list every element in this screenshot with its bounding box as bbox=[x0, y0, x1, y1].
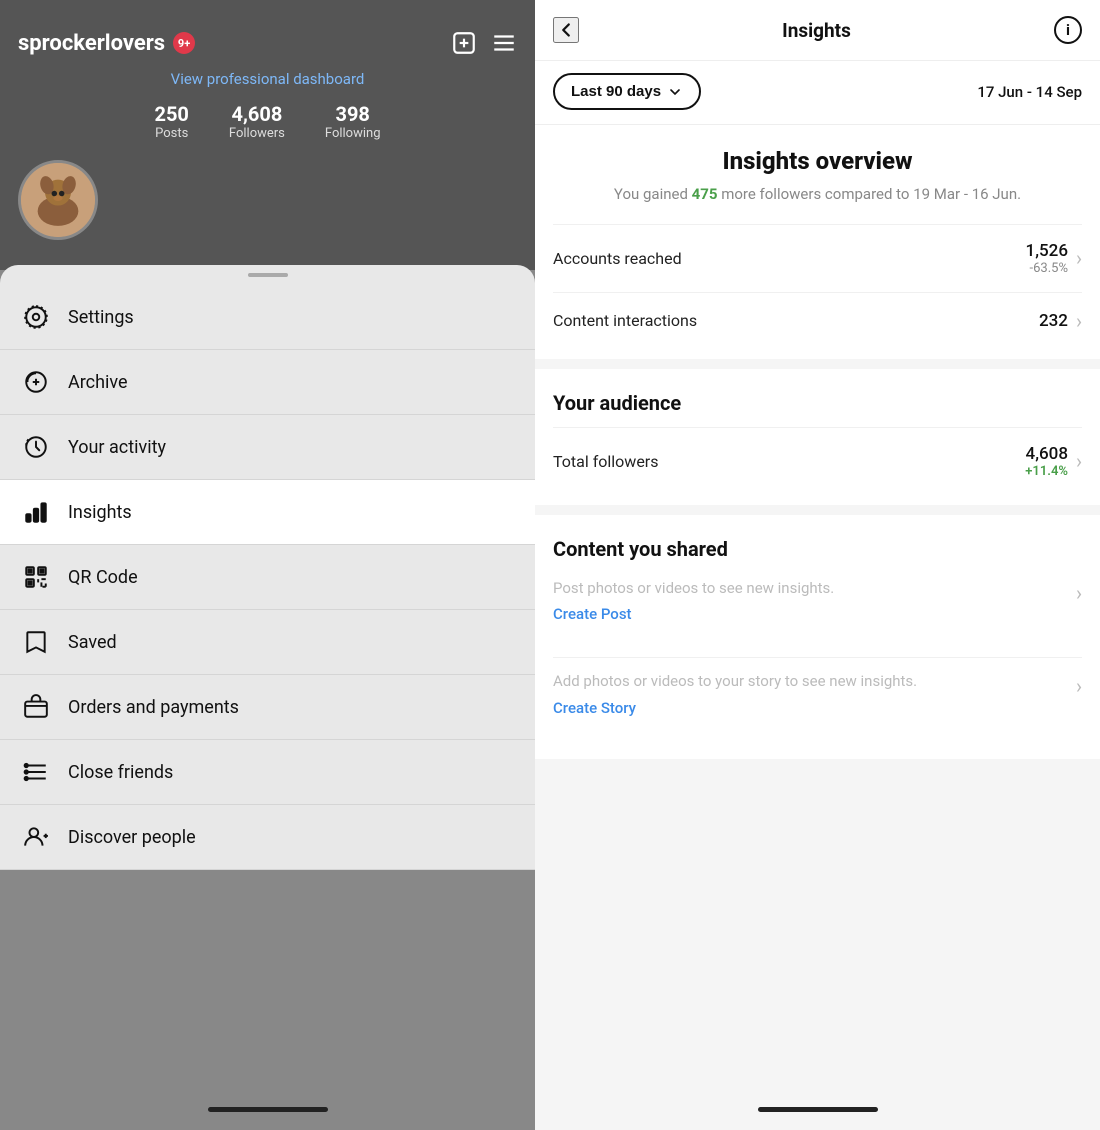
following-label: Following bbox=[325, 126, 381, 141]
gained-followers-count: 475 bbox=[692, 185, 718, 203]
discover-icon bbox=[22, 823, 50, 851]
date-filter-label: Last 90 days bbox=[571, 83, 661, 100]
sidebar-item-close-friends[interactable]: Close friends bbox=[0, 740, 535, 805]
posts-stat: 250 Posts bbox=[154, 102, 188, 141]
qr-code-label: QR Code bbox=[68, 567, 138, 588]
drawer-handle bbox=[248, 273, 288, 277]
sidebar-item-settings[interactable]: Settings bbox=[0, 285, 535, 350]
orders-icon bbox=[22, 693, 50, 721]
accounts-reached-value: 1,526 -63.5% › bbox=[1026, 241, 1082, 276]
info-button[interactable]: i bbox=[1054, 16, 1082, 44]
notification-badge: 9+ bbox=[173, 32, 195, 54]
left-panel: sprockerlovers 9+ bbox=[0, 0, 535, 1130]
settings-label: Settings bbox=[68, 307, 134, 328]
posts-label: Posts bbox=[155, 126, 188, 141]
accounts-reached-label: Accounts reached bbox=[553, 249, 682, 268]
content-interactions-number: 232 bbox=[1039, 311, 1068, 331]
chevron-right-icon-2: › bbox=[1076, 309, 1082, 333]
your-audience-card: Your audience Total followers 4,608 +11.… bbox=[535, 369, 1100, 505]
date-filter-row: Last 90 days 17 Jun - 14 Sep bbox=[535, 61, 1100, 125]
sidebar-item-archive[interactable]: Archive bbox=[0, 350, 535, 415]
posts-count: 250 bbox=[154, 102, 188, 126]
archive-label: Archive bbox=[68, 372, 128, 393]
username-row: sprockerlovers 9+ bbox=[18, 31, 195, 56]
right-footer bbox=[535, 1097, 1100, 1130]
insights-overview-card: Insights overview You gained 475 more fo… bbox=[535, 125, 1100, 359]
total-followers-number: 4,608 +11.4% bbox=[1025, 444, 1068, 479]
followers-gained-text: You gained 475 more followers compared t… bbox=[553, 183, 1082, 206]
date-filter-button[interactable]: Last 90 days bbox=[553, 73, 701, 110]
chevron-right-icon-3: › bbox=[1076, 449, 1082, 473]
post-hint-text: Post photos or videos to see new insight… bbox=[553, 577, 1076, 600]
sidebar-item-saved[interactable]: Saved bbox=[0, 610, 535, 675]
activity-icon bbox=[22, 433, 50, 461]
followers-change: +11.4% bbox=[1025, 464, 1068, 479]
your-activity-label: Your activity bbox=[68, 437, 166, 458]
audience-title: Your audience bbox=[553, 391, 1082, 415]
qr-icon bbox=[22, 563, 50, 591]
orders-label: Orders and payments bbox=[68, 697, 239, 718]
top-bar: sprockerlovers 9+ bbox=[0, 20, 535, 66]
menu-icon[interactable] bbox=[491, 30, 517, 56]
home-indicator-left bbox=[208, 1107, 328, 1112]
total-followers-value: 4,608 +11.4% › bbox=[1025, 444, 1082, 479]
settings-icon bbox=[22, 303, 50, 331]
sidebar-item-discover[interactable]: Discover people bbox=[0, 805, 535, 870]
insights-label: Insights bbox=[68, 502, 132, 523]
followers-count: 4,608 bbox=[231, 102, 282, 126]
story-hint-row[interactable]: Add photos or videos to your story to se… bbox=[553, 657, 1082, 751]
create-post-link[interactable]: Create Post bbox=[553, 605, 1076, 623]
saved-icon bbox=[22, 628, 50, 656]
add-post-icon[interactable] bbox=[451, 30, 477, 56]
discover-label: Discover people bbox=[68, 827, 196, 848]
chevron-right-icon: › bbox=[1076, 246, 1082, 270]
archive-icon bbox=[22, 368, 50, 396]
story-hint-block: Add photos or videos to your story to se… bbox=[553, 670, 1076, 735]
followers-label: Followers bbox=[229, 126, 285, 141]
total-followers-label: Total followers bbox=[553, 452, 658, 471]
following-stat: 398 Following bbox=[325, 102, 381, 141]
dashboard-link[interactable]: View professional dashboard bbox=[171, 70, 365, 88]
username: sprockerlovers bbox=[18, 31, 165, 56]
post-hint-block: Post photos or videos to see new insight… bbox=[553, 577, 1076, 642]
story-hint-text: Add photos or videos to your story to se… bbox=[553, 670, 1076, 693]
followers-stat: 4,608 Followers bbox=[229, 102, 285, 141]
date-range: 17 Jun - 14 Sep bbox=[977, 83, 1082, 101]
compare-period: 19 Mar - 16 Jun bbox=[913, 185, 1017, 203]
content-interactions-value: 232 › bbox=[1039, 309, 1082, 333]
right-panel: Insights i Last 90 days 17 Jun - 14 Sep … bbox=[535, 0, 1100, 1130]
profile-stats: 250 Posts 4,608 Followers 398 Following bbox=[154, 102, 380, 141]
close-friends-label: Close friends bbox=[68, 762, 173, 783]
content-shared-title: Content you shared bbox=[553, 537, 1082, 561]
sidebar-item-orders[interactable]: Orders and payments bbox=[0, 675, 535, 740]
create-story-link[interactable]: Create Story bbox=[553, 699, 1076, 717]
sidebar-item-your-activity[interactable]: Your activity bbox=[0, 415, 535, 480]
menu-drawer: Settings Archive bbox=[0, 265, 535, 870]
avatar-image bbox=[18, 160, 98, 240]
saved-label: Saved bbox=[68, 632, 117, 653]
post-hint-row[interactable]: Post photos or videos to see new insight… bbox=[553, 573, 1082, 658]
header-title: Insights bbox=[782, 19, 851, 42]
insights-icon bbox=[22, 498, 50, 526]
following-count: 398 bbox=[335, 102, 369, 126]
sidebar-item-qr-code[interactable]: QR Code bbox=[0, 545, 535, 610]
content-interactions-row[interactable]: Content interactions 232 › bbox=[553, 292, 1082, 349]
content-interactions-label: Content interactions bbox=[553, 311, 697, 330]
home-indicator-right bbox=[758, 1107, 878, 1112]
avatar bbox=[18, 160, 98, 240]
close-friends-icon bbox=[22, 758, 50, 786]
insights-header: Insights i bbox=[535, 0, 1100, 61]
sidebar-item-insights[interactable]: Insights bbox=[0, 480, 535, 545]
insights-content: Insights overview You gained 475 more fo… bbox=[535, 125, 1100, 1097]
accounts-reached-change: -63.5% bbox=[1026, 261, 1068, 276]
chevron-right-icon-4: › bbox=[1076, 581, 1082, 605]
content-shared-card: Content you shared Post photos or videos… bbox=[535, 515, 1100, 759]
total-followers-row[interactable]: Total followers 4,608 +11.4% › bbox=[553, 427, 1082, 495]
accounts-reached-row[interactable]: Accounts reached 1,526 -63.5% › bbox=[553, 224, 1082, 292]
overview-title: Insights overview bbox=[553, 147, 1082, 175]
chevron-right-icon-5: › bbox=[1076, 674, 1082, 698]
accounts-reached-number: 1,526 -63.5% bbox=[1026, 241, 1068, 276]
top-icons bbox=[451, 30, 517, 56]
back-button[interactable] bbox=[553, 17, 579, 43]
